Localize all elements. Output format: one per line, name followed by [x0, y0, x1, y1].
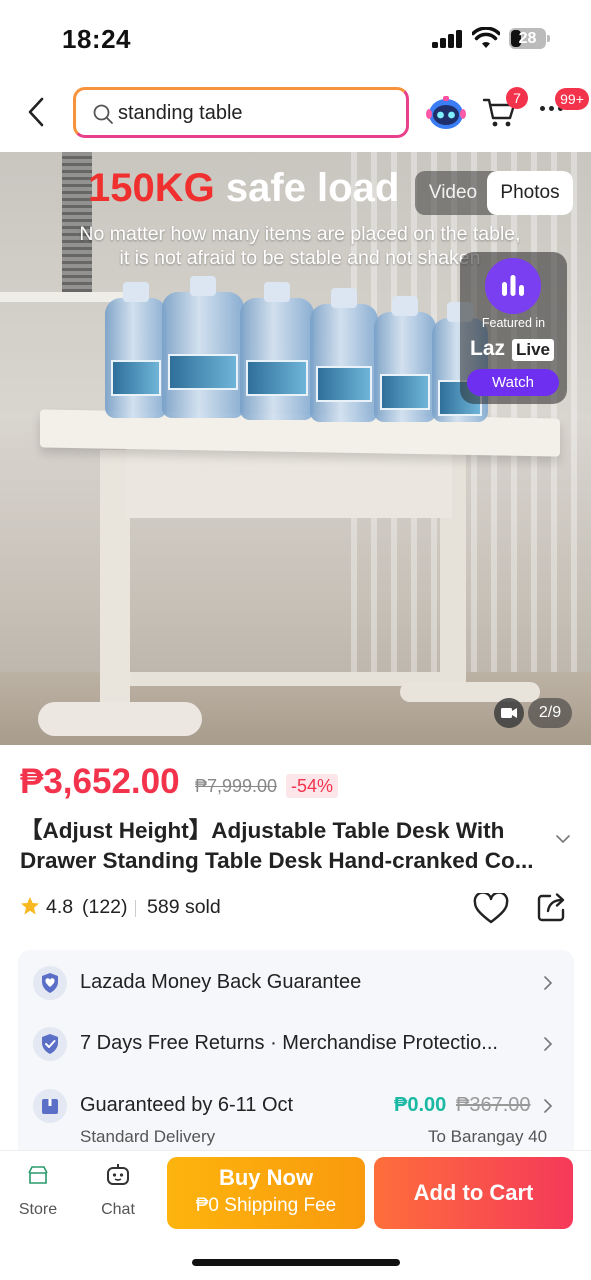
assistant-bot-icon[interactable] [426, 94, 466, 132]
hero-headline: 150KG safe load [88, 166, 399, 211]
video-icon[interactable] [494, 698, 524, 728]
hero-subtitle-line: No matter how many items are placed on t… [79, 223, 521, 245]
product-image-gallery[interactable]: 150KG safe load No matter how many items… [0, 152, 591, 745]
water-bottle [310, 288, 378, 422]
star-icon [21, 897, 39, 915]
original-price: ₱7,999.00 [195, 776, 278, 796]
live-audio-icon [485, 258, 541, 314]
cart-badge: 7 [506, 87, 528, 109]
price-section: ₱3,652.00 ₱7,999.00 -54% [20, 762, 580, 806]
store-button[interactable]: Store [6, 1163, 70, 1223]
wifi-icon [472, 27, 500, 48]
top-nav: standing table 7 99+ [0, 78, 591, 152]
sold-count: 589 sold [147, 896, 221, 918]
lazlive-widget[interactable]: Featured in Laz Live Watch [460, 252, 567, 404]
water-bottle [105, 282, 167, 418]
review-count: (122) [82, 896, 128, 918]
search-icon [93, 104, 113, 124]
buy-now-button[interactable]: Buy Now ₱0 Shipping Fee [167, 1157, 365, 1229]
tab-video[interactable]: Video [415, 171, 491, 215]
table-foot [38, 702, 202, 736]
search-input[interactable]: standing table [73, 87, 409, 138]
lazlive-logo-laz: Laz [470, 337, 506, 360]
status-bar: 18:24 28 [0, 0, 591, 78]
table-crossbar [126, 672, 446, 686]
chat-label: Chat [101, 1201, 135, 1218]
delivery-guarantee: Guaranteed by 6-11 Oct [80, 1094, 294, 1116]
hero-headline-text: safe load [225, 166, 400, 210]
search-query: standing table [118, 102, 243, 124]
store-label: Store [18, 1201, 58, 1218]
chevron-down-icon[interactable] [556, 834, 570, 844]
shipping-original-price: ₱367.00 [456, 1094, 531, 1116]
rating-row[interactable]: 4.8 (122) 589 sold [20, 893, 380, 923]
battery-level: 28 [518, 30, 537, 47]
delivery-destination: To Barangay 40 [428, 1127, 548, 1146]
product-title[interactable]: 【Adjust Height】Adjustable Table Desk Wit… [20, 816, 545, 876]
chevron-right-icon [544, 1099, 553, 1113]
shipping-fee-label: ₱0 Shipping Fee [195, 1195, 337, 1216]
product-title-line: Drawer Standing Table Desk Hand-cranked … [20, 848, 534, 873]
hero-headline-weight: 150KG [88, 166, 215, 210]
chevron-right-icon [544, 1037, 553, 1051]
delivery-type: Standard Delivery [80, 1127, 216, 1146]
chat-button[interactable]: Chat [86, 1163, 150, 1223]
status-time: 18:24 [62, 24, 131, 54]
share-icon[interactable] [536, 891, 568, 923]
divider [135, 900, 136, 917]
returns-label: 7 Days Free Returns · Merchandise Protec… [80, 1032, 498, 1054]
bottom-action-bar: Store Chat Buy Now ₱0 Shipping Fee Add t… [0, 1150, 591, 1280]
water-bottle [240, 282, 314, 420]
money-back-row[interactable]: Lazada Money Back Guarantee [18, 963, 574, 1003]
water-bottle [162, 276, 244, 418]
product-title-line: 【Adjust Height】Adjustable Table Desk Wit… [20, 818, 505, 843]
tab-photos[interactable]: Photos [487, 171, 573, 215]
water-bottle [374, 296, 436, 422]
buy-now-label: Buy Now [218, 1165, 314, 1190]
home-indicator [192, 1259, 400, 1266]
returns-row[interactable]: 7 Days Free Returns · Merchandise Protec… [18, 1024, 574, 1064]
media-toggle: Video Photos [415, 171, 573, 215]
notification-badge: 99+ [555, 88, 589, 110]
discount-badge: -54% [286, 774, 339, 798]
add-to-cart-button[interactable]: Add to Cart [374, 1157, 573, 1229]
money-back-label: Lazada Money Back Guarantee [80, 971, 362, 993]
lazlive-logo-live: Live [512, 339, 555, 361]
delivery-box-icon [33, 1089, 67, 1123]
shield-heart-icon [33, 966, 67, 1000]
chevron-right-icon [544, 976, 553, 990]
current-price: ₱3,652.00 [20, 762, 180, 801]
table-panel [126, 448, 452, 518]
page-counter: 2/9 [528, 698, 572, 728]
live-featured-label: Featured in [481, 316, 546, 330]
chat-bot-icon [107, 1164, 129, 1185]
store-icon [28, 1166, 48, 1184]
shield-check-icon [33, 1027, 67, 1061]
lazlive-logo: Laz Live [470, 337, 558, 363]
shipping-price: ₱0.00 [394, 1094, 447, 1116]
watch-button[interactable]: Watch [467, 369, 559, 396]
battery-icon: 28 [509, 28, 551, 49]
signal-icon [432, 30, 464, 48]
delivery-row[interactable]: Guaranteed by 6-11 Oct ₱0.00 ₱367.00 [18, 1086, 574, 1126]
service-card: Lazada Money Back Guarantee 7 Days Free … [18, 950, 574, 1160]
gallery-counter: 2/9 [494, 697, 574, 729]
rating-score: 4.8 [46, 896, 74, 918]
back-icon[interactable] [22, 94, 52, 130]
heart-icon[interactable] [473, 893, 509, 925]
